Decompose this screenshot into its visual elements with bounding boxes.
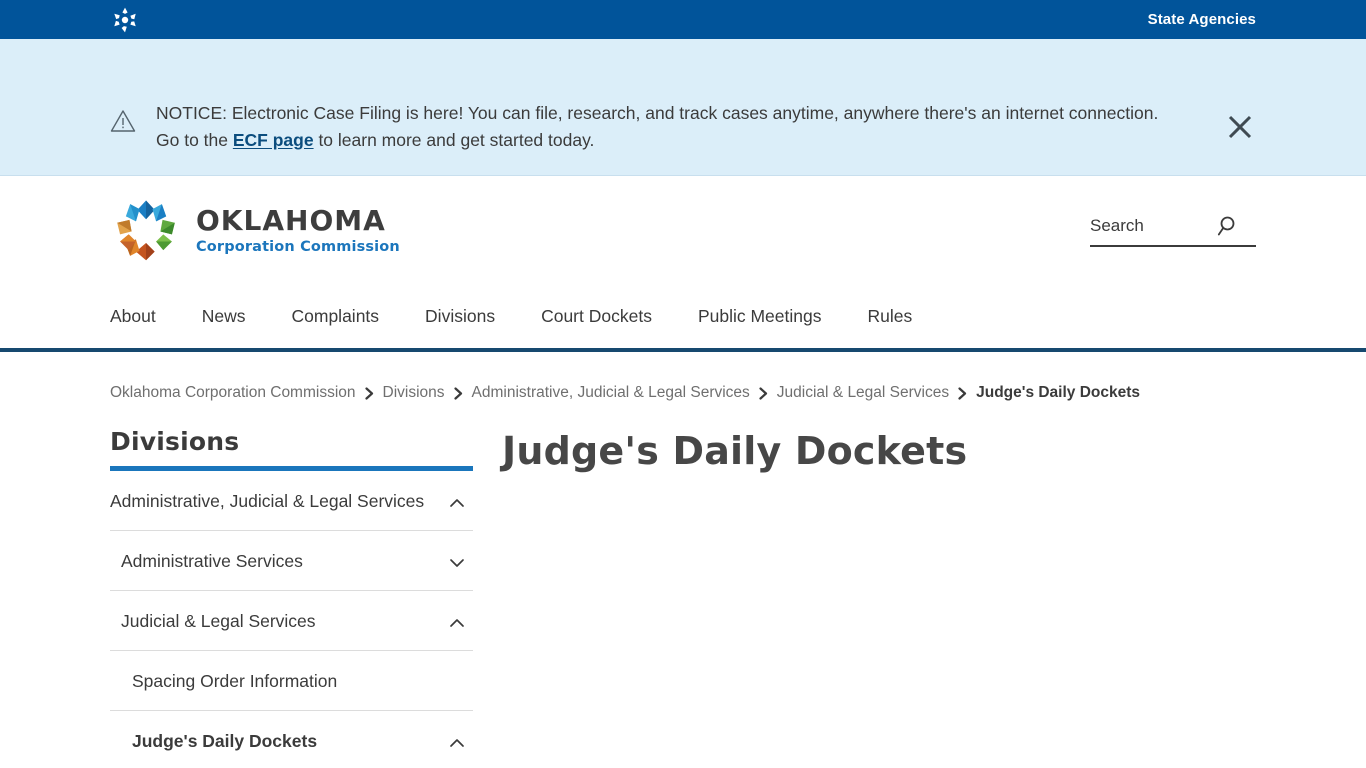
chevron-right-icon bbox=[759, 386, 768, 400]
search-box[interactable] bbox=[1090, 213, 1256, 247]
notice-banner: NOTICE: Electronic Case Filing is here! … bbox=[0, 39, 1366, 176]
chevron-up-icon[interactable] bbox=[447, 493, 467, 513]
sidebar-item-administrative-judicial-legal-services[interactable]: Administrative, Judicial & Legal Service… bbox=[110, 471, 473, 531]
sidebar-item-administrative-services[interactable]: Administrative Services bbox=[110, 531, 473, 591]
chevron-right-icon bbox=[453, 386, 463, 400]
nav-link-divisions[interactable]: Divisions bbox=[425, 306, 495, 326]
logo-subtitle: Corporation Commission bbox=[196, 239, 400, 256]
chevron-up-icon[interactable] bbox=[447, 613, 467, 633]
chevron-right-icon bbox=[958, 386, 967, 400]
sidebar-item-judicial-legal-services[interactable]: Judicial & Legal Services bbox=[110, 591, 473, 651]
content-area: Divisions Administrative, Judicial & Leg… bbox=[0, 427, 1366, 768]
nav-link-complaints[interactable]: Complaints bbox=[292, 306, 380, 326]
sidebar-title: Divisions bbox=[110, 427, 240, 456]
site-header: OKLAHOMA Corporation Commission bbox=[0, 176, 1366, 284]
nav-item-public-meetings[interactable]: Public Meetings bbox=[698, 306, 822, 327]
nav-item-rules[interactable]: Rules bbox=[868, 306, 913, 327]
nav-item-about[interactable]: About bbox=[110, 306, 156, 327]
chevron-right-icon bbox=[364, 386, 374, 400]
oklahoma-state-seal-icon[interactable] bbox=[110, 5, 140, 35]
nav-link-public-meetings[interactable]: Public Meetings bbox=[698, 306, 822, 326]
chevron-down-icon[interactable] bbox=[447, 553, 467, 573]
divisions-sidebar: Divisions Administrative, Judicial & Leg… bbox=[110, 427, 473, 768]
sidebar-item-label: Judge's Daily Dockets bbox=[132, 731, 318, 751]
nav-item-court-dockets[interactable]: Court Dockets bbox=[541, 306, 652, 327]
chevron-up-icon[interactable] bbox=[447, 733, 467, 753]
state-bar: State Agencies bbox=[0, 0, 1366, 39]
sidebar-item-spacing-order-information[interactable]: Spacing Order Information bbox=[110, 651, 473, 711]
sidebar-item-label: Administrative, Judicial & Legal Service… bbox=[110, 491, 425, 511]
breadcrumb-item-3[interactable]: Judicial & Legal Services bbox=[777, 384, 949, 402]
breadcrumb-item-current: Judge's Daily Dockets bbox=[976, 384, 1141, 401]
nav-link-news[interactable]: News bbox=[202, 306, 246, 326]
breadcrumb-item-2[interactable]: Administrative, Judicial & Legal Service… bbox=[472, 384, 750, 402]
notice-text-after: to learn more and get started today. bbox=[313, 129, 595, 150]
warning-triangle-icon bbox=[110, 109, 136, 135]
nav-link-about[interactable]: About bbox=[110, 306, 156, 326]
ecf-page-link[interactable]: ECF page bbox=[233, 130, 314, 150]
nav-item-complaints[interactable]: Complaints bbox=[292, 306, 380, 327]
breadcrumb-item-1[interactable]: Divisions bbox=[383, 384, 445, 402]
nav-link-court-dockets[interactable]: Court Dockets bbox=[541, 306, 652, 326]
no-icon bbox=[447, 673, 467, 693]
oklahoma-corporation-commission-logo bbox=[110, 194, 182, 266]
site-logo[interactable]: OKLAHOMA Corporation Commission bbox=[110, 194, 400, 266]
state-agencies-link[interactable]: State Agencies bbox=[1148, 11, 1256, 28]
main-navigation-list: About News Complaints Divisions Court Do… bbox=[110, 306, 912, 327]
notice-text: NOTICE: Electronic Case Filing is here! … bbox=[156, 62, 1176, 153]
close-icon[interactable] bbox=[1220, 107, 1260, 147]
sidebar-item-judges-daily-dockets[interactable]: Judge's Daily Dockets bbox=[110, 711, 473, 768]
breadcrumb-item-0[interactable]: Oklahoma Corporation Commission bbox=[110, 384, 356, 402]
search-icon[interactable] bbox=[1216, 213, 1242, 239]
nav-item-divisions[interactable]: Divisions bbox=[425, 306, 495, 327]
logo-title: OKLAHOMA bbox=[196, 204, 386, 238]
breadcrumb: Oklahoma Corporation Commission Division… bbox=[0, 352, 1366, 402]
page-title: Judge's Daily Dockets bbox=[502, 429, 968, 473]
sidebar-item-label: Spacing Order Information bbox=[132, 671, 338, 691]
search-input[interactable] bbox=[1090, 216, 1216, 236]
main-content: Judge's Daily Dockets bbox=[473, 427, 1256, 768]
sidebar-item-label: Judicial & Legal Services bbox=[121, 611, 316, 631]
sidebar-item-label: Administrative Services bbox=[121, 551, 303, 571]
nav-item-news[interactable]: News bbox=[202, 306, 246, 327]
main-navigation: About News Complaints Divisions Court Do… bbox=[0, 284, 1366, 352]
nav-link-rules[interactable]: Rules bbox=[868, 306, 913, 326]
